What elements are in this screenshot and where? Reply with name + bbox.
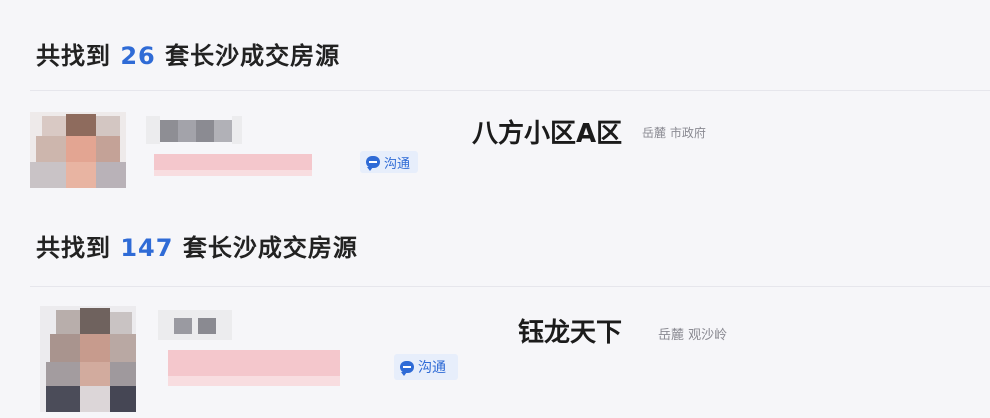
estate-location: 岳麓 观沙岭: [658, 324, 727, 343]
estate-location: 岳麓 市政府: [642, 124, 706, 141]
district: 岳麓: [658, 328, 685, 343]
agent-name-blurred: [146, 116, 242, 144]
estate-name[interactable]: 八方小区A区: [472, 113, 622, 150]
chat-button[interactable]: 沟通: [360, 151, 418, 173]
agent-phone-blurred-edge: [154, 170, 312, 176]
divider: [30, 286, 990, 287]
chat-bubble-icon: [400, 361, 414, 376]
result-heading: 共找到 26 套长沙成交房源: [36, 36, 340, 71]
result-count: 26: [120, 42, 156, 70]
result-count: 147: [120, 234, 174, 262]
heading-suffix: 套长沙成交房源: [165, 42, 341, 70]
agent-name-blurred: [158, 310, 232, 340]
avatar[interactable]: [30, 112, 126, 188]
heading-prefix: 共找到: [36, 234, 111, 262]
agent-phone-blurred-edge: [168, 376, 340, 386]
avatar[interactable]: [40, 306, 136, 412]
chat-button-label: 沟通: [384, 156, 411, 172]
sub-area: 市政府: [669, 126, 706, 140]
sub-area: 观沙岭: [688, 328, 728, 343]
agent-phone-blurred: [168, 350, 340, 376]
heading-suffix: 套长沙成交房源: [182, 234, 358, 262]
estate-name[interactable]: 钰龙天下: [518, 312, 622, 349]
chat-button[interactable]: 沟通: [394, 354, 458, 380]
chat-button-label: 沟通: [418, 360, 446, 376]
chat-bubble-icon: [366, 156, 380, 171]
district: 岳麓: [642, 126, 667, 140]
result-heading: 共找到 147 套长沙成交房源: [36, 228, 358, 263]
divider: [30, 90, 990, 91]
heading-prefix: 共找到: [36, 42, 111, 70]
